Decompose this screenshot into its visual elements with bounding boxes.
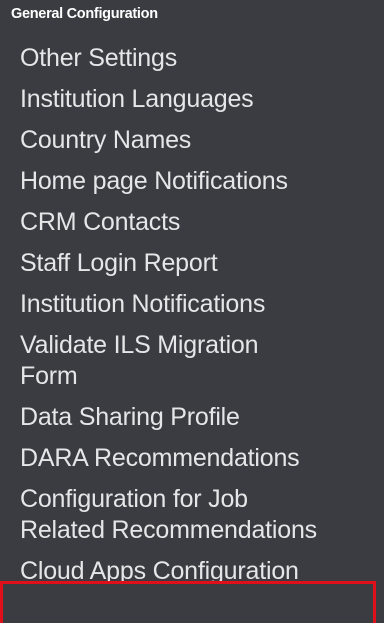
menu-item-institution-notifications[interactable]: Institution Notifications [20,284,382,325]
menu-item-label-line-2: Related Recommendations [20,516,317,544]
menu-item-home-page-notifications[interactable]: Home page Notifications [20,161,382,202]
menu-item-label-line-2: Form [20,362,78,390]
menu-item-crm-contacts[interactable]: CRM Contacts [20,202,382,243]
menu-item-other-settings[interactable]: Other Settings [20,38,382,79]
menu-item-validate-ils-migration-form[interactable]: Validate ILS Migration Form [20,325,382,397]
menu-item-country-names[interactable]: Country Names [20,120,382,161]
menu-item-institution-languages[interactable]: Institution Languages [20,79,382,120]
menu-item-cloud-apps-configuration[interactable]: Cloud Apps Configuration [20,551,382,592]
menu-item-label-line-1: Configuration for Job [20,485,248,513]
menu-item-configuration-for-job-related-recommendations[interactable]: Configuration for Job Related Recommenda… [20,479,382,551]
menu-item-data-sharing-profile[interactable]: Data Sharing Profile [20,397,382,438]
menu-item-dara-recommendations[interactable]: DARA Recommendations [20,438,382,479]
configuration-menu-list: Other Settings Institution Languages Cou… [20,38,382,592]
section-title-general-configuration: General Configuration [11,6,158,22]
menu-item-staff-login-report[interactable]: Staff Login Report [20,243,382,284]
menu-item-label-line-1: Validate ILS Migration [20,331,259,359]
configuration-menu-panel: General Configuration Other Settings Ins… [0,0,384,623]
